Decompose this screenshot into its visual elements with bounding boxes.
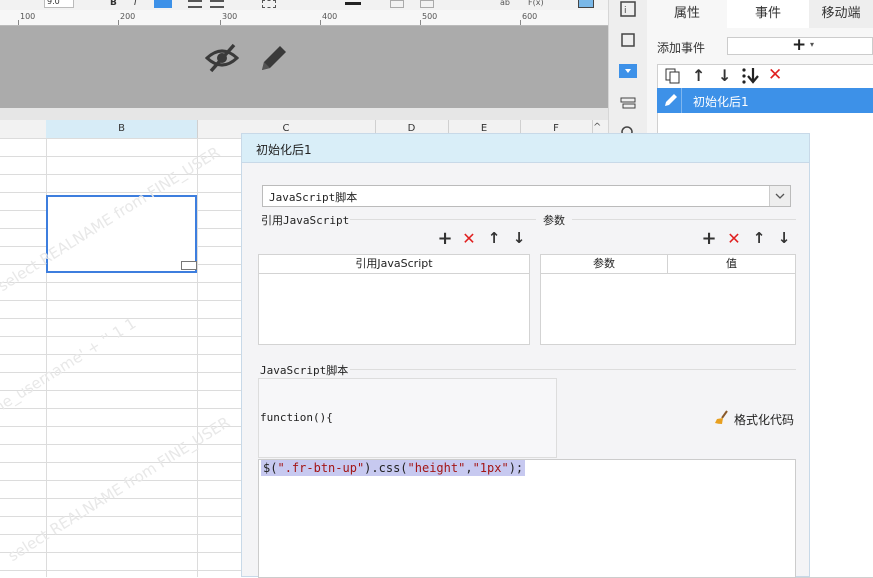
function-header-box: function(){: [258, 378, 557, 458]
function-signature: function(){: [260, 411, 333, 424]
svg-text:i: i: [624, 6, 627, 16]
dialog-title-bar[interactable]: 初始化后1: [242, 134, 809, 163]
param-value-column-header[interactable]: 值: [668, 255, 795, 274]
underline-icon[interactable]: [154, 0, 172, 8]
script-section-label: JavaScript脚本: [260, 364, 349, 377]
ruler-tick: 100: [20, 12, 36, 21]
cell-widget-handle[interactable]: [181, 261, 197, 270]
border-icon[interactable]: [262, 0, 276, 8]
tab-attributes[interactable]: 属性: [647, 0, 727, 28]
delete-ref-icon[interactable]: ✕: [461, 229, 477, 248]
image-icon[interactable]: [578, 0, 594, 8]
ruler-tick: 600: [522, 12, 538, 21]
tab-mobile[interactable]: 移动端: [809, 0, 873, 28]
eye-slash-icon[interactable]: [204, 42, 240, 77]
code-token: ).css(: [364, 461, 408, 475]
event-editor-dialog: 初始化后1 JavaScript脚本 引用JavaScript 参数 + ✕ ↑…: [241, 133, 810, 578]
add-param-icon[interactable]: +: [701, 228, 717, 249]
ref-section-label: 引用JavaScript: [261, 214, 350, 227]
move-down-ref-icon[interactable]: ↓: [511, 229, 527, 247]
plus-icon: +: [792, 35, 807, 55]
event-type-select[interactable]: JavaScript脚本: [262, 185, 791, 207]
dialog-title: 初始化后1: [256, 143, 312, 157]
font-color-icon[interactable]: [345, 2, 361, 5]
code-token: "1px": [472, 461, 509, 475]
delete-icon[interactable]: ✕: [768, 65, 782, 85]
broom-icon: [714, 409, 730, 429]
column-header-a[interactable]: [0, 120, 47, 138]
align-left-icon[interactable]: [188, 0, 202, 8]
split-cells-icon[interactable]: [420, 0, 434, 8]
chevron-down-icon[interactable]: [769, 186, 790, 206]
format-code-label: 格式化代码: [734, 412, 795, 427]
code-token: ".fr-btn-up": [277, 461, 365, 475]
delete-param-icon[interactable]: ✕: [726, 229, 742, 248]
event-type-value: JavaScript脚本: [269, 191, 358, 204]
align-center-icon[interactable]: [210, 0, 224, 8]
formula-icon[interactable]: F(x): [528, 0, 544, 7]
ab-icon[interactable]: ab: [500, 0, 510, 7]
ref-js-table[interactable]: 引用JavaScript: [258, 254, 530, 345]
param-table[interactable]: 参数 值: [540, 254, 796, 345]
code-line[interactable]: $(".fr-btn-up").css("height","1px");: [261, 460, 526, 476]
add-event-row: 添加事件 + ▾: [647, 32, 873, 60]
code-token: ,: [465, 461, 473, 475]
ruler-tick: 500: [422, 12, 438, 21]
copy-icon[interactable]: [665, 68, 681, 87]
move-up-param-icon[interactable]: ↑: [751, 229, 767, 247]
horizontal-ruler: 100 200 300 400 500 600: [0, 10, 608, 26]
ref-js-column-header[interactable]: 引用JavaScript: [259, 255, 529, 274]
italic-icon[interactable]: I: [134, 0, 137, 8]
param-name-column-header[interactable]: 参数: [541, 255, 668, 274]
format-code-button[interactable]: 格式化代码: [714, 409, 795, 429]
param-section-label: 参数: [543, 214, 565, 227]
tab-events[interactable]: 事件: [727, 0, 809, 28]
code-token: "height": [407, 461, 466, 475]
move-bottom-icon[interactable]: [741, 67, 761, 88]
arrow-down-icon[interactable]: ↓: [718, 66, 731, 85]
cell-attribute-icon[interactable]: i: [619, 0, 637, 18]
move-up-ref-icon[interactable]: ↑: [486, 229, 502, 247]
event-item-label: 初始化后1: [693, 95, 749, 109]
ruler-tick: 200: [120, 12, 136, 21]
bold-icon[interactable]: B: [110, 0, 117, 8]
add-event-label: 添加事件: [657, 41, 706, 55]
event-toolbar: ↑ ↓ ✕: [657, 64, 873, 89]
widget-settings-icon[interactable]: [619, 62, 637, 80]
condition-attribute-icon[interactable]: [619, 94, 637, 112]
arrow-up-icon[interactable]: ↑: [692, 66, 705, 85]
edit-pencil-icon: [663, 92, 679, 111]
ruler-tick: 300: [222, 12, 238, 21]
chevron-down-icon: ▾: [810, 40, 815, 49]
add-ref-icon[interactable]: +: [437, 228, 453, 249]
merge-cells-icon[interactable]: [390, 0, 404, 8]
code-editor[interactable]: $(".fr-btn-up").css("height","1px");: [258, 459, 796, 578]
code-token: );: [508, 461, 524, 475]
move-down-param-icon[interactable]: ↓: [776, 229, 792, 247]
column-header-b[interactable]: B: [46, 120, 198, 138]
widget-border-icon[interactable]: [619, 31, 637, 49]
pencil-icon[interactable]: [258, 42, 290, 77]
add-event-dropdown[interactable]: + ▾: [727, 35, 873, 55]
widget-canvas[interactable]: [0, 26, 608, 108]
scroll-up-icon[interactable]: ^: [593, 122, 601, 133]
ruler-tick: 400: [322, 12, 338, 21]
font-size-field[interactable]: 9.0: [44, 0, 74, 8]
event-list-item[interactable]: 初始化后1: [657, 88, 873, 113]
